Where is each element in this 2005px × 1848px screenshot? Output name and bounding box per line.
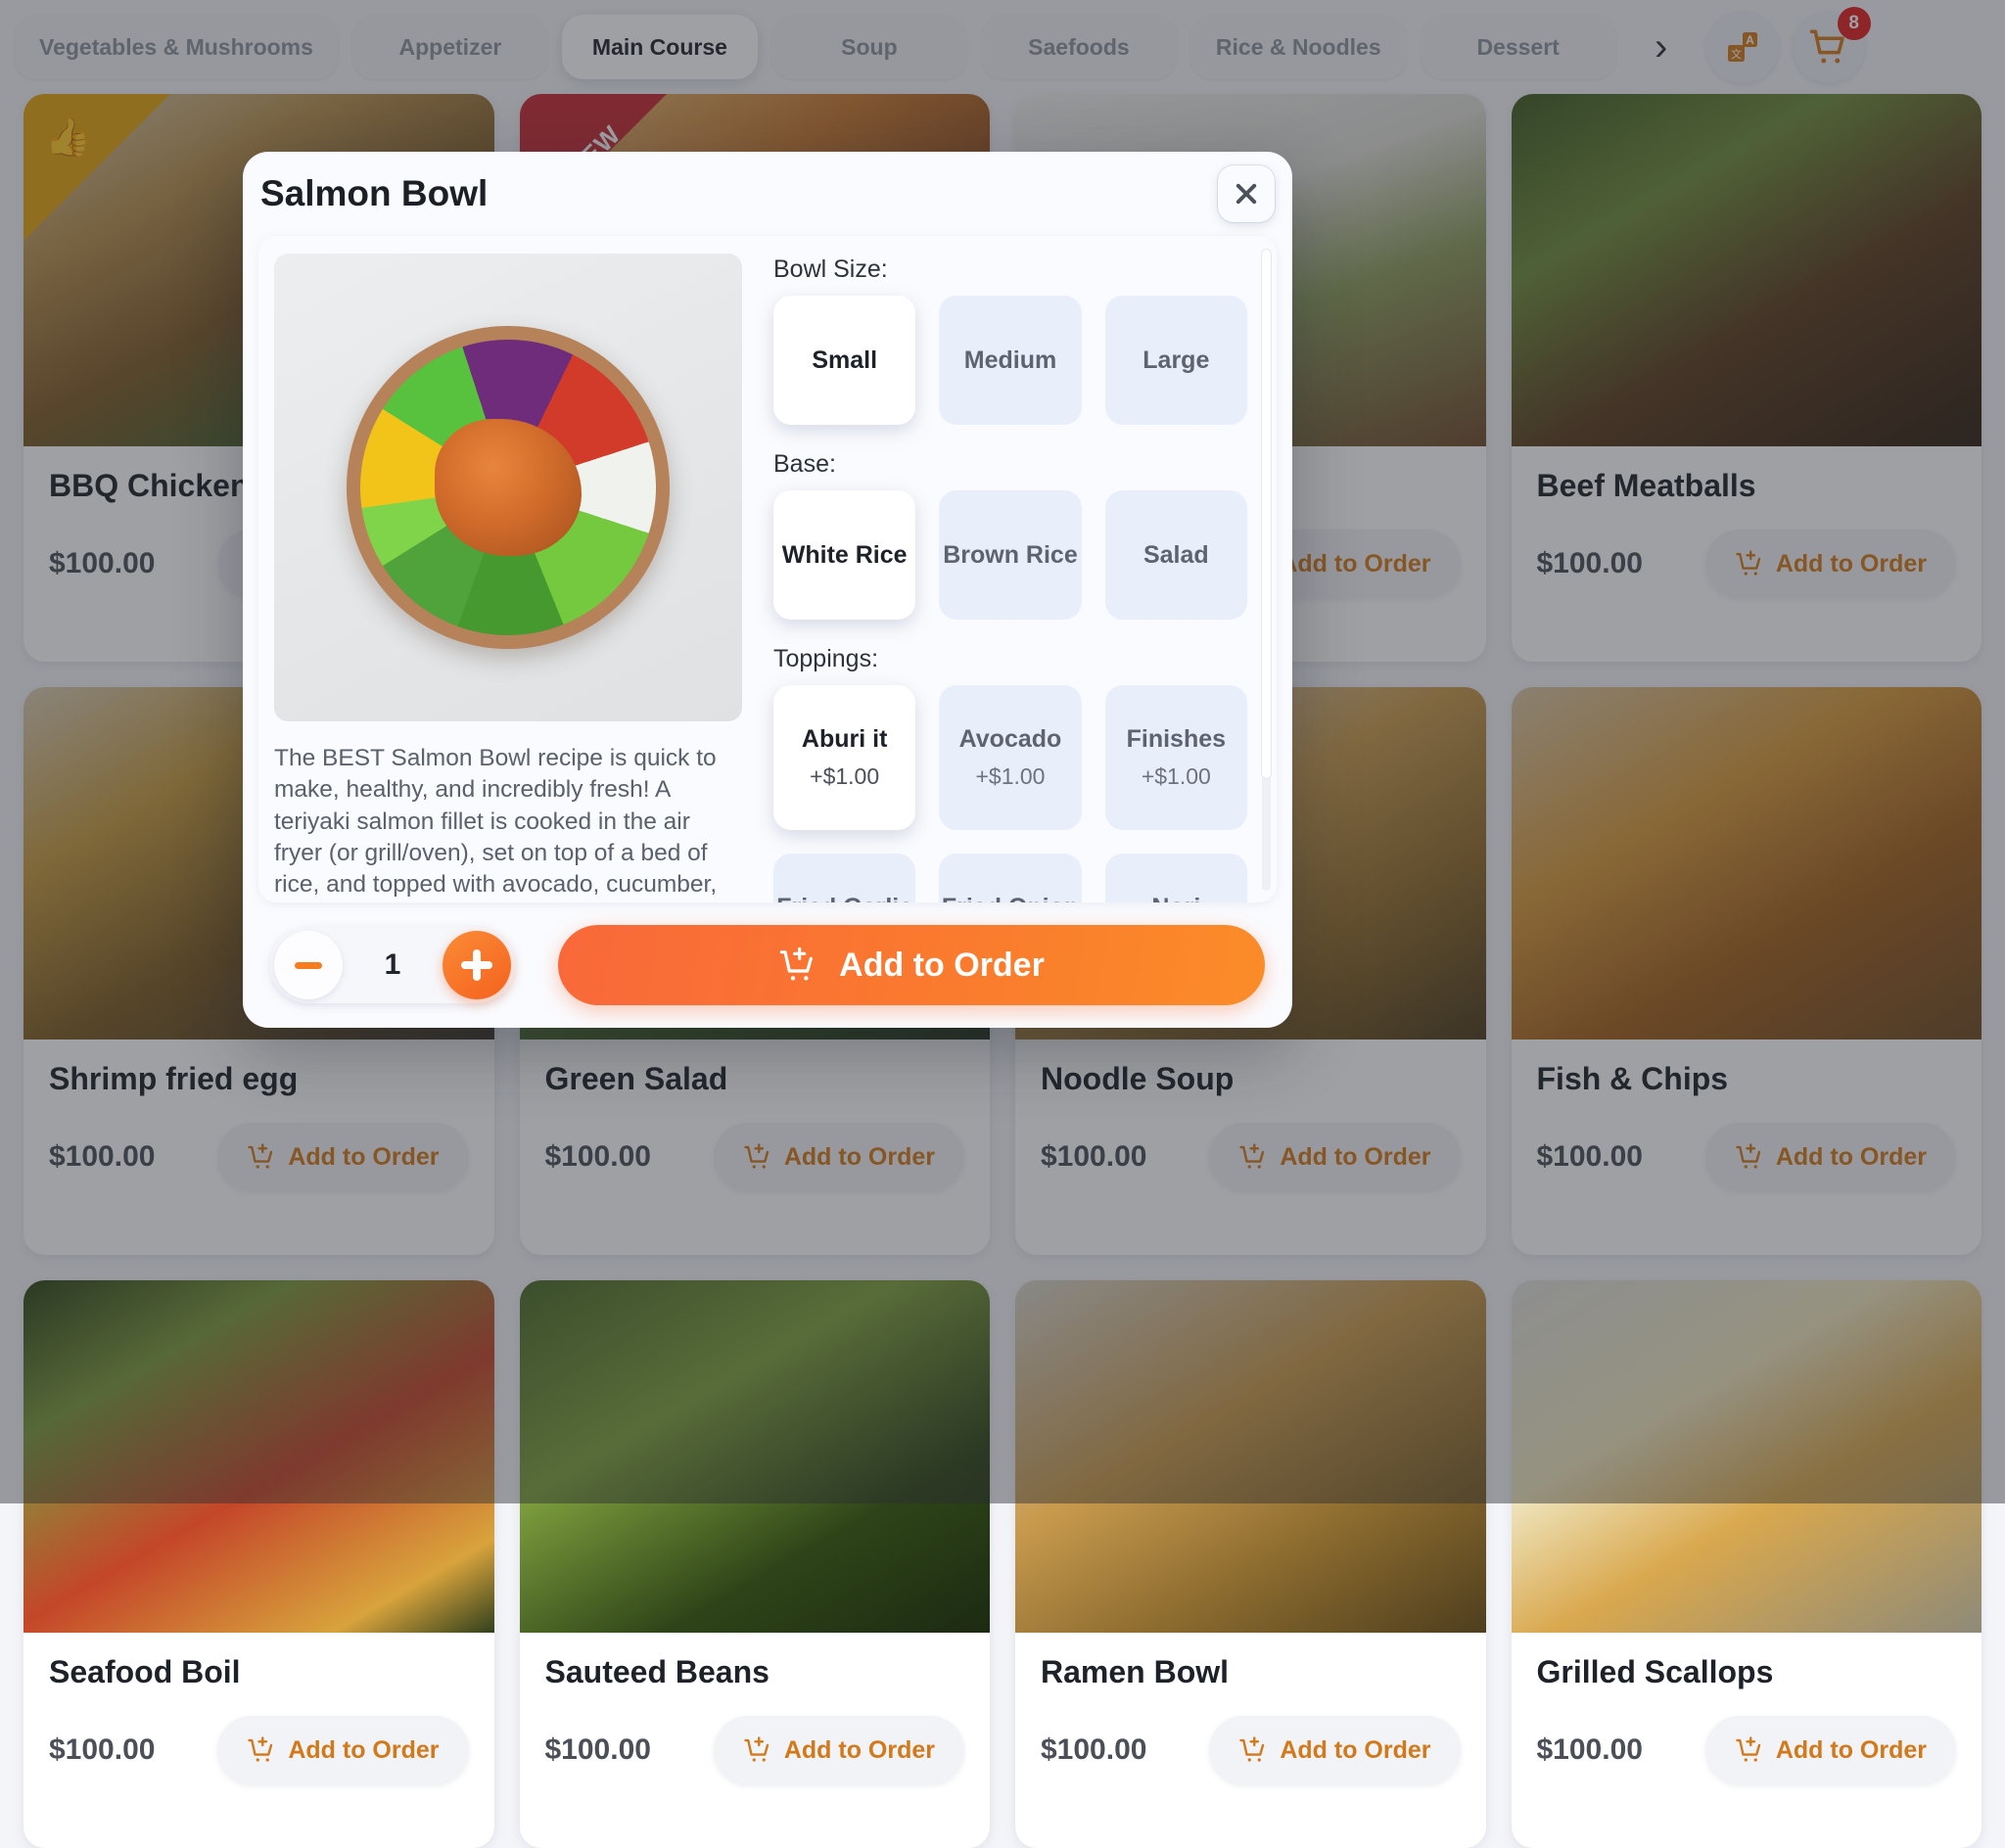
increase-quantity-button[interactable] (443, 931, 511, 999)
food-title: Grilled Scallops (1537, 1654, 1957, 1690)
food-title: Sauteed Beans (545, 1654, 965, 1690)
item-options-column: Bowl Size: Small Medium Large Base: (773, 246, 1269, 893)
cart-plus-icon (778, 946, 817, 985)
option-topping-finishes[interactable]: Finishes +$1.00 (1105, 685, 1247, 830)
option-name: Brown Rice (943, 541, 1078, 570)
option-base-salad[interactable]: Salad (1105, 490, 1247, 620)
option-topping-fried-onion[interactable]: Fried Onion +$1.00 (939, 854, 1081, 902)
option-topping-aburi-it[interactable]: Aburi it +$1.00 (773, 685, 915, 830)
option-bowl-size-small[interactable]: Small (773, 296, 915, 425)
option-price: +$1.00 (975, 763, 1045, 790)
add-to-order-button[interactable]: Add to Order (714, 1716, 964, 1784)
option-bowl-size-large[interactable]: Large (1105, 296, 1247, 425)
option-group-bowl-size: Bowl Size: Small Medium Large (773, 255, 1247, 425)
add-to-order-label: Add to Order (839, 947, 1045, 985)
option-name: Nori (1151, 894, 1200, 902)
food-title: Ramen Bowl (1041, 1654, 1461, 1690)
quantity-stepper: 1 (270, 927, 515, 1003)
dish-photo (274, 254, 742, 721)
dish-description: The BEST Salmon Bowl recipe is quick to … (274, 743, 742, 902)
scrollbar-track[interactable] (1262, 250, 1271, 891)
option-topping-nori[interactable]: Nori +$1.00 (1105, 854, 1247, 902)
scrollbar-thumb[interactable] (1262, 250, 1271, 778)
option-name: Medium (964, 346, 1056, 375)
food-price: $100.00 (49, 1733, 155, 1767)
food-price: $100.00 (1537, 1733, 1643, 1767)
modal-footer: 1 Add to Order (243, 902, 1292, 1028)
option-name: Salad (1143, 541, 1209, 570)
cart-plus-icon (743, 1735, 772, 1765)
page-title: Salmon Bowl (260, 173, 488, 214)
close-button[interactable] (1218, 165, 1275, 222)
option-name: White Rice (782, 541, 908, 570)
option-name: Small (812, 346, 877, 375)
option-price: +$1.00 (1142, 763, 1211, 790)
option-group-toppings: Toppings: Aburi it +$1.00 Avocado +$1.00… (773, 645, 1247, 902)
minus-icon (295, 962, 322, 969)
option-bowl-size-medium[interactable]: Medium (939, 296, 1081, 425)
option-name: Aburi it (802, 725, 888, 754)
option-name: Finishes (1127, 725, 1226, 754)
option-name: Fried Garlic (776, 894, 912, 902)
option-name: Large (1142, 346, 1209, 375)
food-price: $100.00 (545, 1733, 651, 1767)
option-group-base: Base: White Rice Brown Rice Salad (773, 450, 1247, 620)
salmon-bowl-illustration (347, 326, 670, 649)
option-name: Fried Onion (942, 894, 1079, 902)
option-base-brown-rice[interactable]: Brown Rice (939, 490, 1081, 620)
option-group-label: Base: (773, 450, 1247, 479)
add-to-order-button[interactable]: Add to Order (217, 1716, 468, 1784)
add-to-order-button[interactable]: Add to Order (558, 925, 1265, 1005)
option-price: +$1.00 (810, 763, 879, 790)
option-base-white-rice[interactable]: White Rice (773, 490, 915, 620)
food-title: Seafood Boil (49, 1654, 469, 1690)
option-topping-avocado[interactable]: Avocado +$1.00 (939, 685, 1081, 830)
option-name: Avocado (959, 725, 1062, 754)
cart-plus-icon (247, 1735, 276, 1765)
option-group-label: Bowl Size: (773, 255, 1247, 284)
quantity-value: 1 (385, 948, 401, 982)
option-topping-fried-garlic[interactable]: Fried Garlic +$1.00 (773, 854, 915, 902)
food-price: $100.00 (1041, 1733, 1146, 1767)
add-to-order-label: Add to Order (288, 1736, 439, 1765)
cart-plus-icon (1735, 1735, 1764, 1765)
option-group-label: Toppings: (773, 645, 1247, 673)
modal-header: Salmon Bowl (243, 152, 1292, 236)
modal-scroll-area[interactable]: The BEST Salmon Bowl recipe is quick to … (258, 236, 1277, 902)
add-to-order-label: Add to Order (784, 1736, 935, 1765)
add-to-order-button[interactable]: Add to Order (1209, 1716, 1460, 1784)
add-to-order-button[interactable]: Add to Order (1705, 1716, 1956, 1784)
close-icon (1233, 180, 1260, 208)
item-detail-modal: Salmon Bowl The BEST Salmon Bowl recipe … (243, 152, 1292, 1028)
add-to-order-label: Add to Order (1776, 1736, 1927, 1765)
cart-plus-icon (1238, 1735, 1268, 1765)
decrease-quantity-button[interactable] (274, 931, 343, 999)
add-to-order-label: Add to Order (1280, 1736, 1430, 1765)
item-media-column: The BEST Salmon Bowl recipe is quick to … (274, 246, 756, 893)
